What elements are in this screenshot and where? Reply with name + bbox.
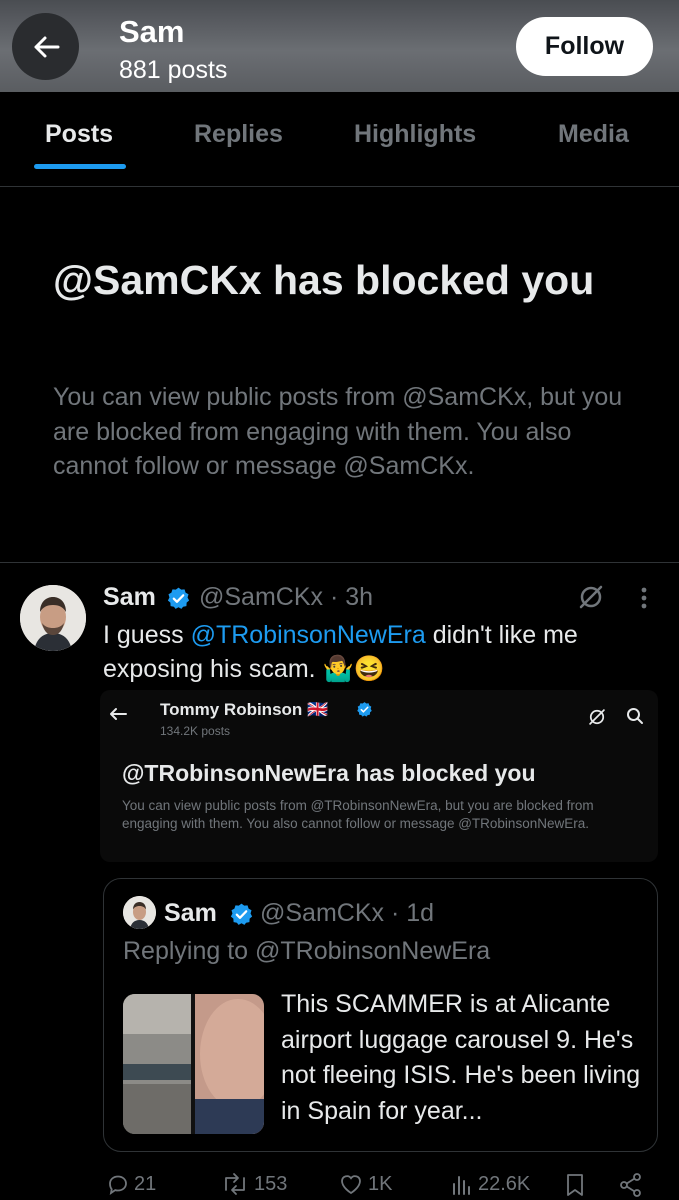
blocked-title: @SamCKx has blocked you [53, 257, 595, 303]
views-icon [453, 1176, 470, 1195]
share-button[interactable] [618, 1172, 648, 1198]
reply-button[interactable]: 21 [106, 1172, 156, 1196]
verified-badge-icon [167, 587, 190, 609]
view-count: 22.6K [478, 1172, 531, 1195]
post-handle-time: @SamCKx · 3h [199, 583, 374, 611]
reply-count: 21 [134, 1172, 157, 1195]
tab-posts[interactable]: Posts [45, 120, 113, 149]
embedded-profile-name: Tommy Robinson 🇬🇧 [160, 700, 329, 719]
avatar[interactable] [20, 585, 86, 651]
profile-name: Sam [119, 14, 185, 49]
post-text-start: I guess [103, 621, 191, 649]
back-button[interactable] [12, 13, 79, 80]
tabs-divider [0, 186, 679, 187]
replying-to: Replying to @TRobinsonNewEra [123, 937, 491, 965]
repost-button[interactable]: 153 [220, 1172, 287, 1196]
profile-header: Sam 881 posts Follow [0, 0, 679, 92]
grok-icon[interactable] [578, 584, 604, 610]
quoted-author-name: Sam [164, 899, 217, 927]
avatar [123, 896, 156, 929]
embedded-screenshot[interactable]: Tommy Robinson 🇬🇧 134.2K posts @TRobinso… [100, 690, 658, 862]
arrow-left-icon [34, 36, 59, 57]
verified-badge-icon [230, 903, 253, 925]
tab-replies[interactable]: Replies [194, 120, 283, 149]
embedded-blocked-description: You can view public posts from @TRobinso… [122, 798, 594, 831]
reply-icon [109, 1175, 127, 1195]
bookmark-button[interactable] [564, 1172, 590, 1198]
verified-badge-icon [357, 702, 372, 717]
search-icon [627, 708, 643, 724]
like-button[interactable]: 1K [338, 1172, 392, 1196]
heart-icon [341, 1175, 361, 1195]
more-vertical-icon[interactable] [634, 586, 654, 612]
quoted-text: This SCAMMER is at Alicante airport lugg… [281, 990, 641, 1125]
quoted-handle-time: @SamCKx · 1d [260, 899, 435, 927]
bookmark-icon [567, 1174, 583, 1196]
tab-highlights[interactable]: Highlights [354, 120, 476, 149]
mention-link[interactable]: @TRobinsonNewEra [191, 621, 426, 649]
embedded-post-count: 134.2K posts [160, 724, 231, 738]
quoted-media-thumbnail[interactable] [123, 994, 264, 1134]
embedded-blocked-title: @TRobinsonNewEra has blocked you [122, 760, 536, 786]
tab-media[interactable]: Media [558, 120, 629, 149]
like-count: 1K [368, 1172, 393, 1195]
arrow-left-icon [110, 708, 127, 720]
follow-button[interactable]: Follow [516, 17, 653, 76]
post-author-name[interactable]: Sam [103, 583, 156, 612]
grok-icon [589, 709, 605, 725]
quoted-post[interactable]: Sam @SamCKx · 1d Replying to @TRobinsonN… [103, 878, 658, 1152]
blocked-description: You can view public posts from @SamCKx, … [53, 383, 623, 480]
share-icon [620, 1173, 641, 1197]
post-text: I guess @TRobinsonNewEra didn't like me … [103, 618, 643, 686]
post-count: 881 posts [119, 56, 228, 84]
views-button[interactable]: 22.6K [450, 1172, 530, 1196]
active-tab-indicator [34, 164, 126, 169]
notice-divider [0, 562, 679, 563]
repost-icon [225, 1173, 245, 1195]
repost-count: 153 [254, 1172, 288, 1195]
